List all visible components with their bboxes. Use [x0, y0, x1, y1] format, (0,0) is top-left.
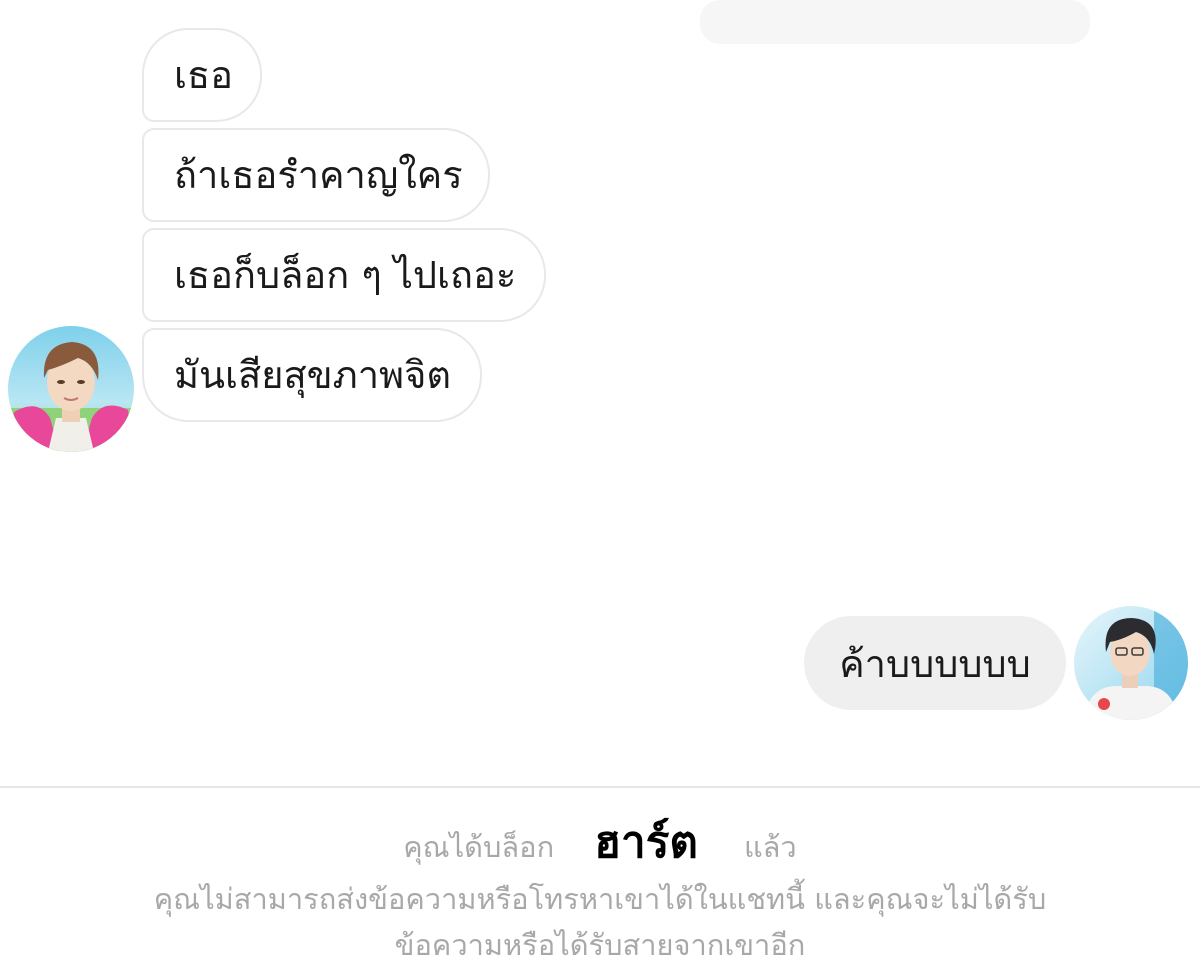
- message-text: เธอ: [174, 53, 234, 97]
- message-text: ถ้าเธอรำคาญใคร: [174, 153, 463, 197]
- blocked-suffix: แล้ว: [743, 830, 797, 864]
- outgoing-message-bubble[interactable]: ค้าบบบบบบ: [804, 616, 1066, 710]
- incoming-message-bubble[interactable]: เธอ: [142, 28, 262, 122]
- blocked-notice: คุณได้บล็อก ฮาร์ต แล้ว คุณไม่สามารถส่งข้…: [0, 820, 1200, 968]
- incoming-message-bubble[interactable]: เธอก็บล็อก ๆ ไปเถอะ: [142, 228, 546, 322]
- message-text: ค้าบบบบบบ: [839, 641, 1031, 686]
- contact-avatar[interactable]: [8, 326, 134, 452]
- blocked-prefix: คุณได้บล็อก: [403, 830, 555, 864]
- blocked-notice-title: คุณได้บล็อก ฮาร์ต แล้ว: [0, 820, 1200, 876]
- incoming-message-bubble[interactable]: มันเสียสุขภาพจิต: [142, 328, 482, 422]
- blocked-notice-description-continued: ข้อความหรือได้รับสายจากเขาอีก: [394, 928, 806, 962]
- blocked-notice-description: คุณไม่สามารถส่งข้อความหรือโทรหาเขาได้ในแ…: [153, 882, 1047, 916]
- message-text: มันเสียสุขภาพจิต: [174, 353, 452, 397]
- user-avatar[interactable]: [1074, 606, 1188, 720]
- message-text: เธอก็บล็อก ๆ ไปเถอะ: [174, 253, 517, 297]
- blocked-contact-name: ฮาร์ต: [594, 817, 698, 868]
- divider: [0, 786, 1200, 788]
- chat-screen: เธอ ถ้าเธอรำคาญใคร เธอก็บล็อก ๆ ไปเถอะ ม…: [0, 0, 1200, 976]
- incoming-message-bubble[interactable]: ถ้าเธอรำคาญใคร: [142, 128, 490, 222]
- user-avatar-illustration-icon: [1074, 606, 1188, 720]
- contact-avatar-illustration-icon: [8, 326, 134, 452]
- faded-top-edge: [700, 0, 1090, 44]
